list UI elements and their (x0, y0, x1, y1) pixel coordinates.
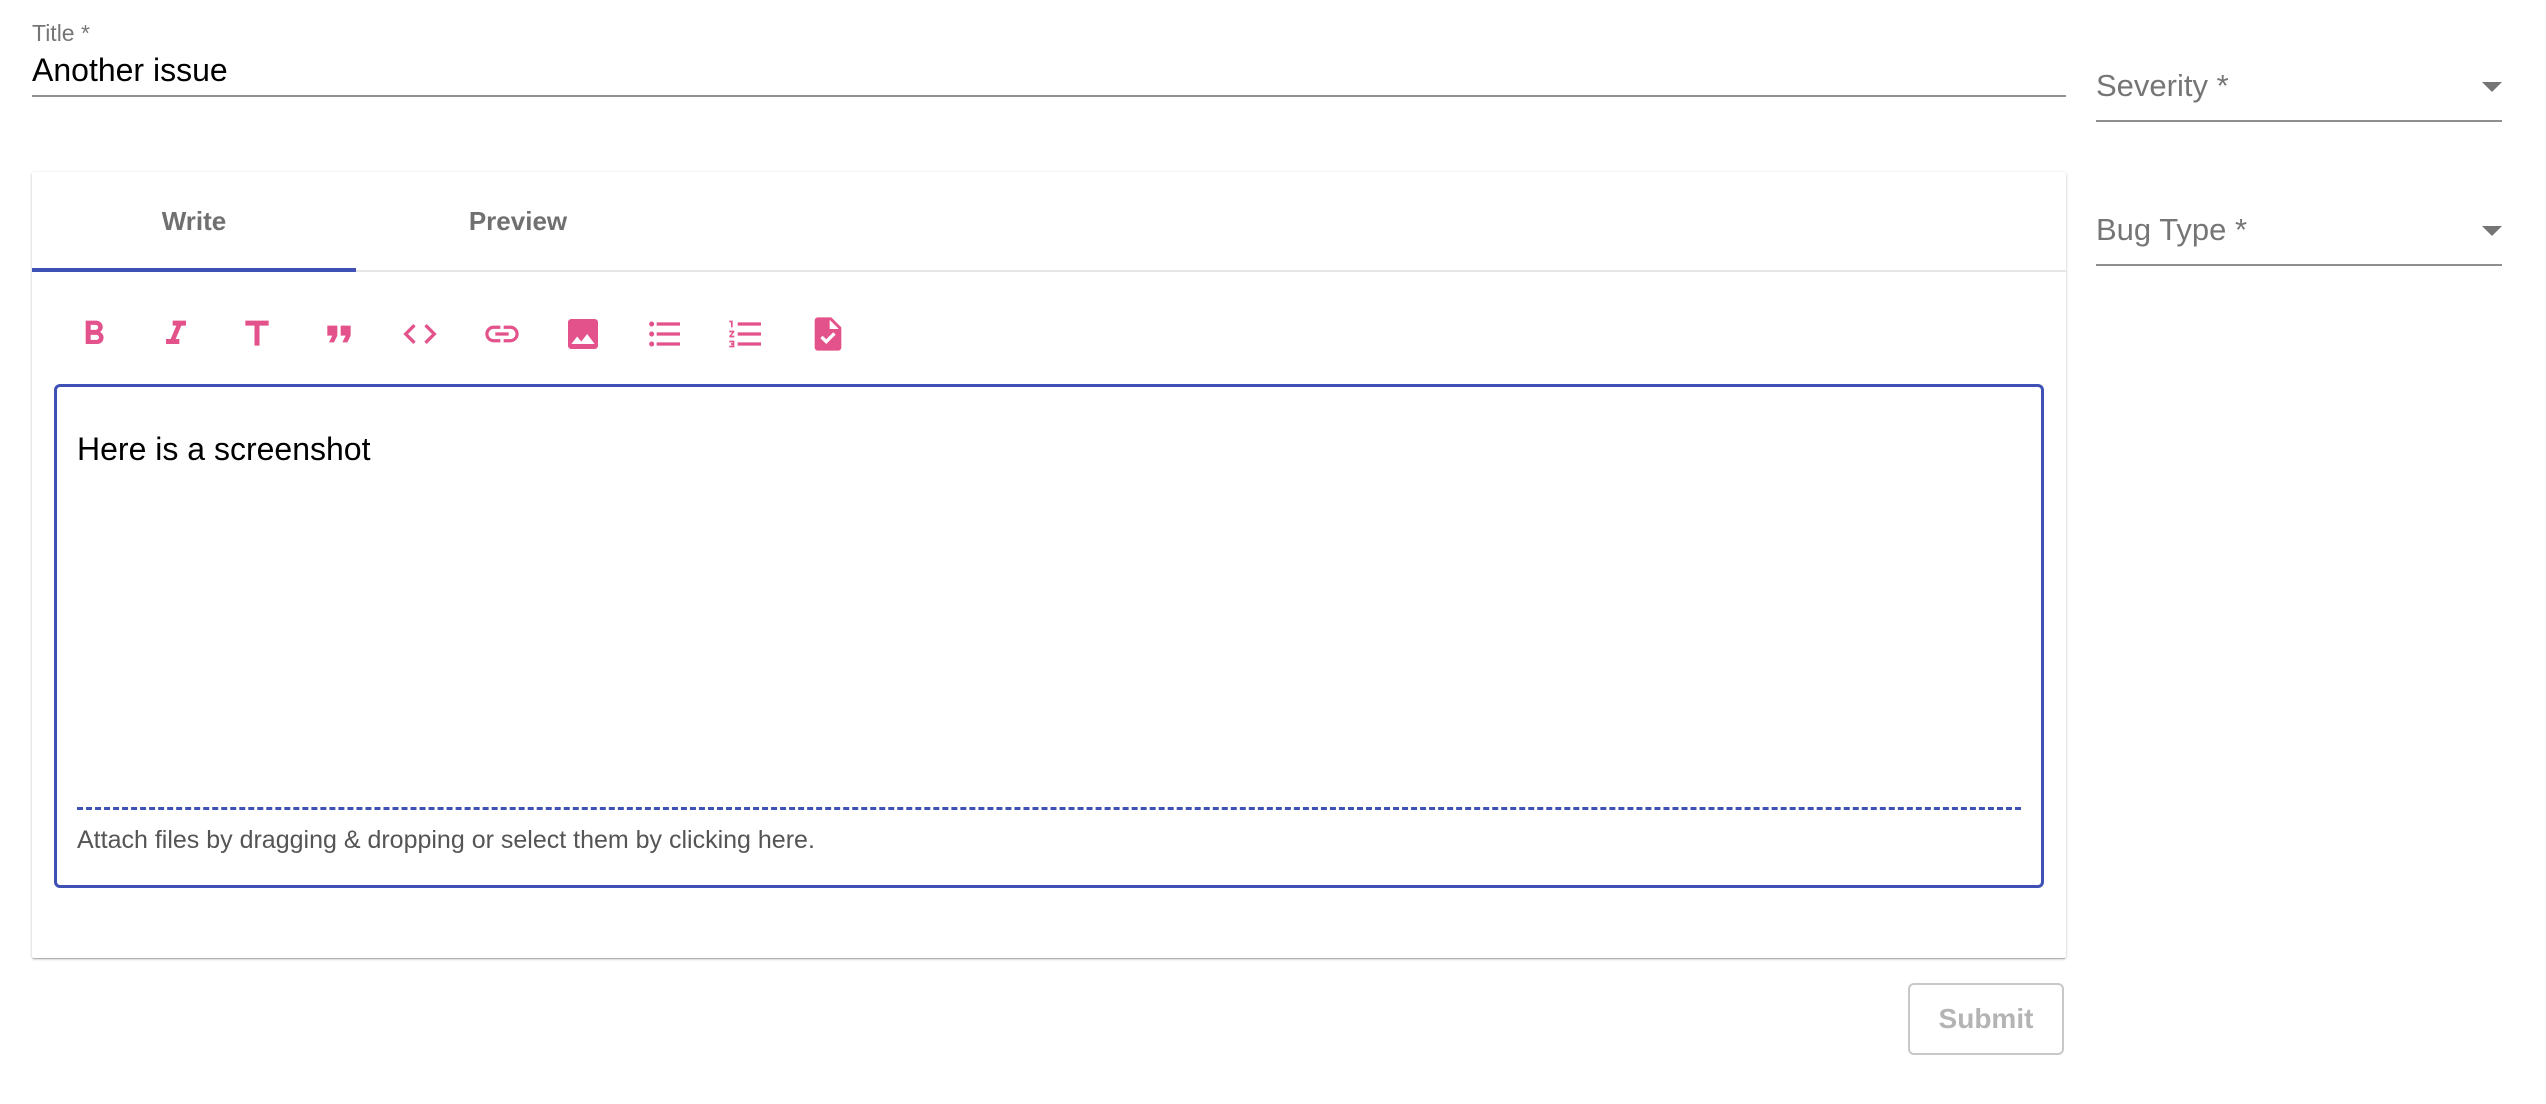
bug-type-underline (2096, 264, 2502, 266)
file-dropzone[interactable]: Attach files by dragging & dropping or s… (77, 807, 2021, 881)
bold-icon (85, 320, 104, 344)
numbered-list-icon (729, 320, 761, 348)
image-icon (568, 319, 598, 349)
bold-button[interactable] (74, 304, 156, 364)
editor-content[interactable]: Here is a screenshot (77, 429, 370, 469)
link-button[interactable] (482, 304, 564, 364)
caret-down-icon (2482, 226, 2502, 236)
image-button[interactable] (563, 304, 645, 364)
header-button[interactable] (237, 304, 319, 364)
editor-tabs: Write Preview (32, 172, 2066, 272)
tab-write[interactable]: Write (32, 172, 356, 272)
severity-underline (2096, 120, 2502, 122)
bug-type-label: Bug Type * (2096, 212, 2248, 247)
quote-icon (326, 325, 351, 343)
checklist-button[interactable] (808, 304, 890, 364)
link-icon (484, 325, 519, 343)
tab-preview[interactable]: Preview (356, 172, 680, 270)
bulleted-list-button[interactable] (645, 304, 727, 364)
severity-label: Severity * (2096, 68, 2229, 103)
code-button[interactable] (400, 304, 482, 364)
submit-button[interactable]: Submit (1908, 983, 2064, 1055)
title-input[interactable] (32, 48, 2066, 92)
bulleted-list-icon (648, 321, 680, 347)
title-underline (32, 95, 2066, 97)
title-field: Title * (32, 18, 2066, 97)
checklist-file-icon (814, 317, 841, 351)
editor-textarea[interactable]: Here is a screenshot Attach files by dra… (54, 384, 2044, 888)
issue-form: Title * Severity * Bug Type * Write Prev… (0, 0, 2546, 1104)
editor-toolbar (74, 304, 889, 364)
dropzone-text: Attach files by dragging & dropping or s… (77, 826, 815, 854)
severity-select[interactable]: Severity * (2096, 52, 2502, 122)
numbered-list-button[interactable] (726, 304, 808, 364)
quote-button[interactable] (319, 304, 401, 364)
markdown-editor: Write Preview Here is a screenshot Attac… (32, 172, 2066, 958)
bug-type-select[interactable]: Bug Type * (2096, 196, 2502, 266)
italic-icon (165, 320, 186, 344)
title-label: Title * (32, 20, 90, 46)
header-icon (245, 320, 269, 346)
caret-down-icon (2482, 82, 2502, 92)
italic-button[interactable] (156, 304, 238, 364)
code-icon (403, 324, 437, 344)
